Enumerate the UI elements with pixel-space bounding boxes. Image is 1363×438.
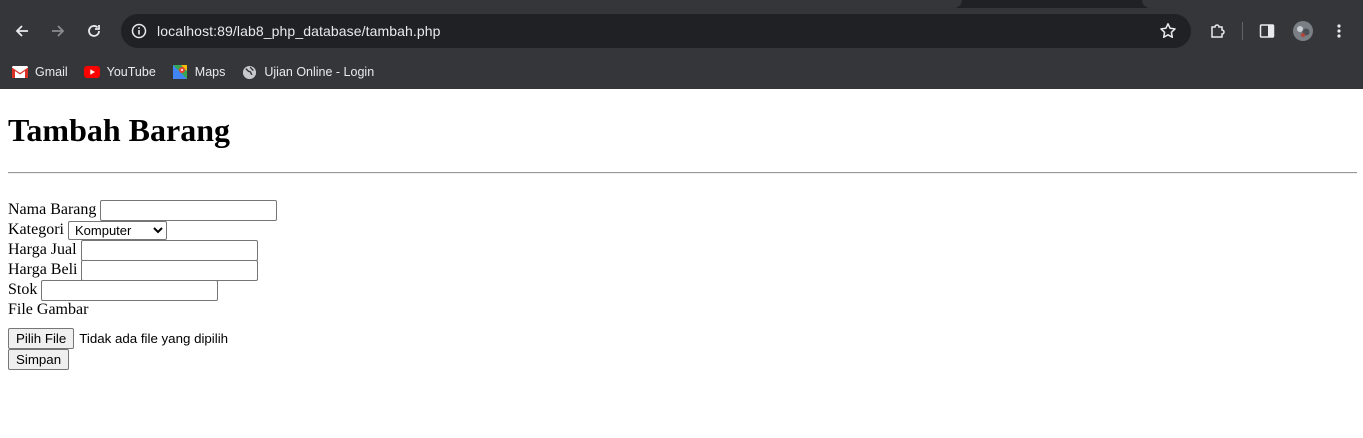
side-panel-icon[interactable] bbox=[1249, 13, 1285, 49]
kategori-select[interactable]: Komputer bbox=[67, 220, 167, 240]
file-gambar-row: File Gambar bbox=[8, 300, 1355, 320]
forward-button[interactable] bbox=[40, 13, 76, 49]
bookmark-gmail[interactable]: Gmail bbox=[12, 64, 68, 80]
browser-toolbar: localhost:89/lab8_php_database/tambah.ph… bbox=[0, 8, 1363, 55]
toolbar-separator bbox=[1242, 22, 1243, 40]
bookmark-youtube[interactable]: YouTube bbox=[83, 64, 156, 80]
gmail-icon bbox=[12, 64, 28, 80]
nama-barang-label: Nama Barang bbox=[8, 201, 97, 218]
back-arrow-icon bbox=[15, 25, 28, 37]
stok-input[interactable] bbox=[41, 279, 219, 301]
stok-label: Stok bbox=[8, 281, 38, 298]
file-gambar-label: File Gambar bbox=[8, 301, 89, 318]
harga-beli-row: Harga Beli bbox=[8, 259, 1355, 281]
harga-beli-input[interactable] bbox=[81, 259, 259, 281]
extensions-icon[interactable] bbox=[1200, 13, 1236, 49]
toolbar-actions bbox=[1200, 13, 1357, 49]
bookmarks-bar: Gmail YouTube Maps Ujian Online - Login bbox=[0, 55, 1363, 89]
page-title: Tambah Barang bbox=[8, 112, 230, 148]
kategori-label: Kategori bbox=[8, 221, 64, 238]
profile-avatar[interactable] bbox=[1285, 13, 1321, 49]
submit-row: Simpan bbox=[8, 349, 1355, 370]
harga-jual-input[interactable] bbox=[80, 239, 258, 261]
reload-button[interactable] bbox=[76, 13, 112, 49]
address-bar[interactable]: localhost:89/lab8_php_database/tambah.ph… bbox=[121, 14, 1191, 48]
globe-icon bbox=[241, 64, 257, 80]
reload-icon bbox=[88, 25, 100, 37]
bookmark-ujian-online[interactable]: Ujian Online - Login bbox=[241, 64, 374, 80]
horizontal-rule bbox=[8, 172, 1357, 174]
harga-jual-label: Harga Jual bbox=[8, 241, 77, 258]
kategori-row: Kategori Komputer bbox=[8, 220, 1355, 240]
tab-strip bbox=[0, 0, 1363, 8]
simpan-button[interactable]: Simpan bbox=[8, 349, 70, 370]
harga-beli-label: Harga Beli bbox=[8, 261, 78, 278]
bookmark-star-icon[interactable] bbox=[1159, 22, 1177, 45]
maps-icon bbox=[172, 64, 188, 80]
nama-barang-input[interactable] bbox=[100, 199, 278, 221]
harga-jual-row: Harga Jual bbox=[8, 239, 1355, 261]
url-text: localhost:89/lab8_php_database/tambah.ph… bbox=[157, 23, 441, 39]
tambah-barang-form: Nama Barang Kategori Komputer Harga Jual… bbox=[8, 199, 1355, 370]
choose-file-button[interactable]: Pilih File bbox=[8, 328, 75, 349]
browser-chrome: localhost:89/lab8_php_database/tambah.ph… bbox=[0, 0, 1363, 89]
active-tab[interactable] bbox=[0, 0, 962, 8]
page-content: Tambah Barang Nama Barang Kategori Kompu… bbox=[0, 89, 1363, 370]
file-input: Pilih File Tidak ada file yang dipilih bbox=[8, 328, 1355, 349]
inactive-tab[interactable] bbox=[1142, 0, 1363, 8]
file-status-text: Tidak ada file yang dipilih bbox=[79, 331, 229, 346]
nama-barang-row: Nama Barang bbox=[8, 199, 1355, 221]
back-button[interactable] bbox=[4, 13, 40, 49]
bookmark-maps[interactable]: Maps bbox=[172, 64, 225, 80]
menu-kebab-icon[interactable] bbox=[1321, 13, 1357, 49]
site-info-icon[interactable] bbox=[123, 23, 155, 39]
stok-row: Stok bbox=[8, 279, 1355, 301]
forward-arrow-icon bbox=[52, 25, 65, 37]
youtube-icon bbox=[83, 64, 100, 80]
